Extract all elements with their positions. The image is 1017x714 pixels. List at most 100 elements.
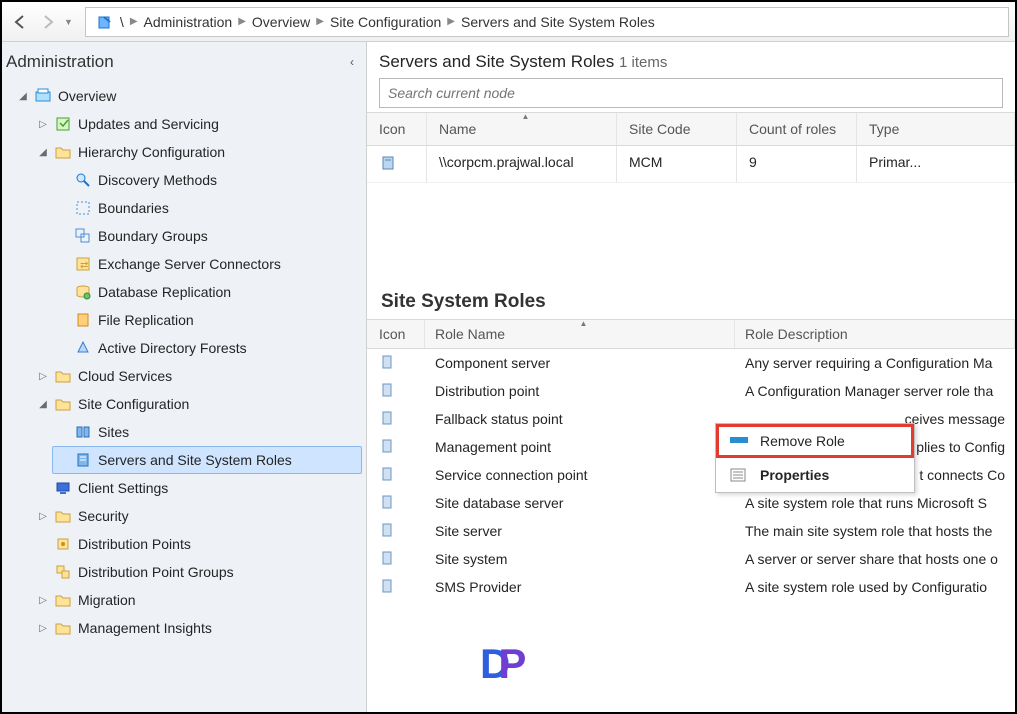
role-name: Site system [425,545,735,573]
database-icon [74,283,92,301]
role-desc: A site system role that runs Microsoft S [735,489,1015,517]
column-icon[interactable]: Icon [367,113,427,145]
tree-distribution-points[interactable]: Distribution Points [32,530,362,558]
tree-cloud[interactable]: ▷ Cloud Services [32,362,362,390]
tree-boundary-groups[interactable]: Boundary Groups [52,222,362,250]
menu-properties[interactable]: Properties [716,458,914,492]
column-roledesc[interactable]: Role Description [735,320,1015,348]
tree-discovery[interactable]: Discovery Methods [52,166,362,194]
role-icon [379,577,397,595]
tree-ad-forests[interactable]: Active Directory Forests [52,334,362,362]
tree-site-configuration[interactable]: ◢ Site Configuration [32,390,362,418]
history-dropdown[interactable]: ▼ [64,17,73,27]
breadcrumb-overview[interactable]: Overview [252,14,310,30]
collapse-icon[interactable]: ◢ [38,147,48,158]
breadcrumb-root[interactable]: \ [120,14,124,30]
search-input[interactable] [379,78,1003,108]
role-row[interactable]: Fallback status pointceives message [367,405,1015,433]
tree-migration[interactable]: ▷ Migration [32,586,362,614]
column-type[interactable]: Type [857,113,1015,145]
tree-updates[interactable]: ▷Updates and Servicing [32,110,362,138]
tree-label: Overview [58,88,116,104]
back-button[interactable] [8,10,32,34]
role-row[interactable]: Site database serverA site system role t… [367,489,1015,517]
expand-icon[interactable]: ▷ [38,595,48,606]
tree-label: Active Directory Forests [98,340,247,356]
role-name: Site database server [425,489,735,517]
breadcrumb-administration[interactable]: Administration [144,14,233,30]
role-icon [379,493,397,511]
roles-grid: Component serverAny server requiring a C… [367,349,1015,601]
server-icon [379,154,397,172]
tree-overview[interactable]: ◢ Overview [12,82,362,110]
role-row[interactable]: Site systemA server or server share that… [367,545,1015,573]
overview-icon [34,87,52,105]
dpg-icon [54,563,72,581]
tree-management-insights[interactable]: ▷ Management Insights [32,614,362,642]
tree-boundaries[interactable]: Boundaries [52,194,362,222]
role-icon [379,409,397,427]
server-row[interactable]: \\corpcm.prajwal.local MCM 9 Primar... [367,146,1015,183]
column-icon[interactable]: Icon [367,320,425,348]
cell-rolecount: 9 [737,146,857,182]
role-row[interactable]: Management pointplies to Config [367,433,1015,461]
role-name: Service connection point [425,461,735,489]
folder-icon [54,591,72,609]
breadcrumb-servers[interactable]: Servers and Site System Roles [461,14,655,30]
role-row[interactable]: Site serverThe main site system role tha… [367,517,1015,545]
breadcrumb-siteconfig[interactable]: Site Configuration [330,14,441,30]
sort-asc-icon: ▲ [580,319,588,328]
tree-client-settings[interactable]: Client Settings [32,474,362,502]
tree-file-replication[interactable]: File Replication [52,306,362,334]
tree-label: Hierarchy Configuration [78,144,225,160]
top-navigation-bar: ▼ \ ▶ Administration ▶ Overview ▶ Site C… [2,2,1015,42]
collapse-icon[interactable]: ◢ [18,91,28,102]
collapse-icon[interactable]: ◢ [38,399,48,410]
menu-remove-role[interactable]: Remove Role [716,424,914,458]
tree-label: Migration [78,592,136,608]
column-name[interactable]: Name▲ [427,113,617,145]
tree-label: Exchange Server Connectors [98,256,281,272]
expand-icon[interactable]: ▷ [38,371,48,382]
expand-icon[interactable]: ▷ [38,119,48,130]
tree-label: Site Configuration [78,396,189,412]
folder-icon [54,395,72,413]
server-icon [74,451,92,469]
tree-label: Database Replication [98,284,231,300]
tree-label: Boundaries [98,200,169,216]
role-desc: A server or server share that hosts one … [735,545,1015,573]
tree-dp-groups[interactable]: Distribution Point Groups [32,558,362,586]
chevron-right-icon: ▶ [130,16,138,27]
tree-hierarchy[interactable]: ◢ Hierarchy Configuration [32,138,362,166]
role-desc: A site system role used by Configuratio [735,573,1015,601]
home-icon[interactable] [96,13,114,31]
column-sitecode[interactable]: Site Code [617,113,737,145]
chevron-right-icon: ▶ [316,16,324,27]
svg-text:⇄: ⇄ [80,260,88,271]
role-name: SMS Provider [425,573,735,601]
role-row[interactable]: SMS ProviderA site system role used by C… [367,573,1015,601]
servers-grid: Icon Name▲ Site Code Count of roles Type… [367,112,1015,183]
tree-servers-roles[interactable]: Servers and Site System Roles [52,446,362,474]
discovery-icon [74,171,92,189]
tree-db-replication[interactable]: Database Replication [52,278,362,306]
expand-icon[interactable]: ▷ [38,623,48,634]
tree-label: Management Insights [78,620,212,636]
tree-sites[interactable]: Sites [52,418,362,446]
role-row[interactable]: Distribution pointA Configuration Manage… [367,377,1015,405]
tree-exchange[interactable]: ⇄ Exchange Server Connectors [52,250,362,278]
column-rolecount[interactable]: Count of roles [737,113,857,145]
column-rolename[interactable]: Role Name▲ [425,320,735,348]
collapse-pane-button[interactable]: ‹ [350,55,354,69]
tree-label: Discovery Methods [98,172,217,188]
tree-label: Cloud Services [78,368,172,384]
role-row[interactable]: Component serverAny server requiring a C… [367,349,1015,377]
role-name: Distribution point [425,377,735,405]
tree-security[interactable]: ▷Security [32,502,362,530]
expand-icon[interactable]: ▷ [38,511,48,522]
role-icon [379,437,397,455]
role-row[interactable]: Service connection pointt connects Co [367,461,1015,489]
role-icon [379,465,397,483]
role-desc: The main site system role that hosts the [735,517,1015,545]
role-icon [379,549,397,567]
